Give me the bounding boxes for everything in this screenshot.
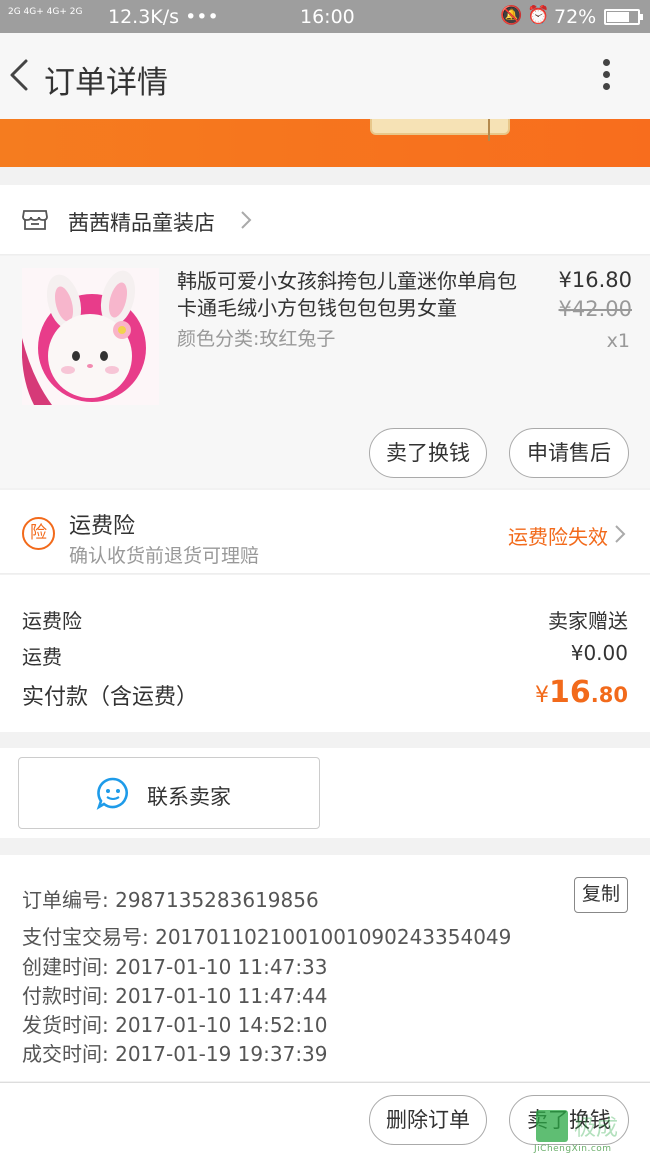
product-card: 韩版可爱小女孩斜挎包儿童迷你单肩包卡通毛绒小方包钱包包包男女童 颜色分类:玫红兔… (0, 256, 650, 488)
signal-indicator: 2G 4G+ 4G+ 2G (8, 7, 83, 17)
mute-bell-icon: 🔕 (500, 5, 523, 26)
battery-icon (604, 9, 643, 25)
product-title[interactable]: 韩版可爱小女孩斜挎包儿童迷你单肩包卡通毛绒小方包钱包包包男女童 (177, 268, 517, 322)
chevron-right-icon (612, 523, 628, 545)
paid-currency: ¥ (535, 683, 550, 708)
shipping-insurance-row[interactable]: 险 运费险 确认收货前退货可理赔 运费险失效 (0, 490, 650, 574)
shipping-fee-line: 运费 ¥0.00 (22, 641, 628, 670)
fee-summary: 运费险 卖家赠送 运费 ¥0.00 实付款（含运费） ¥16.80 (0, 575, 650, 732)
paid-decimal: .80 (590, 683, 628, 707)
delete-order-button[interactable]: 删除订单 (369, 1095, 487, 1145)
paid-amount-value: ¥16.80 (535, 675, 628, 710)
contact-seller-label: 联系卖家 (147, 785, 231, 809)
ribbon-illustration (488, 119, 502, 141)
paid-amount-label: 实付款（含运费） (22, 685, 199, 710)
shop-row[interactable]: 茜茜精品童装店 (0, 185, 650, 255)
shop-name: 茜茜精品童装店 (68, 211, 215, 235)
alarm-clock-icon: ⏰ (527, 5, 550, 26)
status-banner (0, 119, 650, 167)
request-after-sale-button[interactable]: 申请售后 (509, 428, 629, 478)
shipping-fee-label: 运费 (22, 645, 62, 669)
shipping-fee-value: ¥0.00 (570, 641, 628, 665)
more-options-icon[interactable] (596, 59, 616, 95)
copy-order-number-button[interactable]: 复制 (574, 877, 628, 913)
back-arrow-icon[interactable] (6, 55, 36, 95)
paid-integer: 16 (549, 675, 591, 710)
insurance-fee-label: 运费险 (22, 609, 82, 633)
product-variant: 颜色分类:玫红兔子 (177, 328, 336, 350)
battery-percent: 72% (554, 6, 597, 28)
sell-for-cash-button[interactable]: 卖了换钱 (369, 428, 487, 478)
insurance-title: 运费险 (69, 514, 136, 539)
insurance-badge-icon: 险 (22, 517, 55, 550)
page-title: 订单详情 (44, 65, 168, 101)
store-icon (22, 209, 48, 231)
battery-fill (607, 12, 629, 22)
paid-amount-line: 实付款（含运费） ¥16.80 (22, 675, 628, 711)
app-header: 订单详情 (0, 33, 650, 119)
product-quantity: x1 (606, 330, 630, 352)
alipay-trade-number: 支付宝交易号: 2017011021001001090243354049 (22, 925, 512, 949)
insurance-fee-value: 卖家赠送 (548, 609, 628, 633)
product-image[interactable] (22, 268, 159, 405)
site-watermark: 极成 JiChengXin.com (530, 1100, 648, 1155)
created-time: 创建时间: 2017-01-10 11:47:33 (22, 955, 328, 979)
product-original-price: ¥42.00 (558, 297, 632, 321)
chevron-right-icon (238, 209, 254, 231)
contact-seller-button[interactable]: 联系卖家 (18, 757, 320, 829)
watermark-url: JiChengXin.com (534, 1144, 612, 1154)
watermark-text: 极成 (574, 1116, 619, 1141)
shipped-time: 发货时间: 2017-01-10 14:52:10 (22, 1013, 328, 1037)
chat-bubble-icon (96, 776, 130, 810)
watermark-logo-icon (536, 1110, 568, 1142)
insurance-subtitle: 确认收货前退货可理赔 (69, 545, 260, 567)
clock: 16:00 (300, 6, 355, 28)
status-bar: 2G 4G+ 4G+ 2G 12.3K/s ••• 16:00 🔕 ⏰ 72% (0, 0, 650, 33)
product-price: ¥16.80 (558, 268, 632, 292)
contact-section: 联系卖家 (0, 748, 650, 838)
network-speed: 12.3K/s ••• (108, 6, 219, 28)
completed-time: 成交时间: 2017-01-19 19:37:39 (22, 1042, 328, 1066)
insurance-fee-line: 运费险 卖家赠送 (22, 605, 628, 634)
paid-time: 付款时间: 2017-01-10 11:47:44 (22, 984, 328, 1008)
insurance-status: 运费险失效 (508, 525, 608, 549)
order-number: 订单编号: 2987135283619856 (22, 888, 319, 912)
order-info: 订单编号: 2987135283619856 复制 支付宝交易号: 201701… (0, 855, 650, 1081)
